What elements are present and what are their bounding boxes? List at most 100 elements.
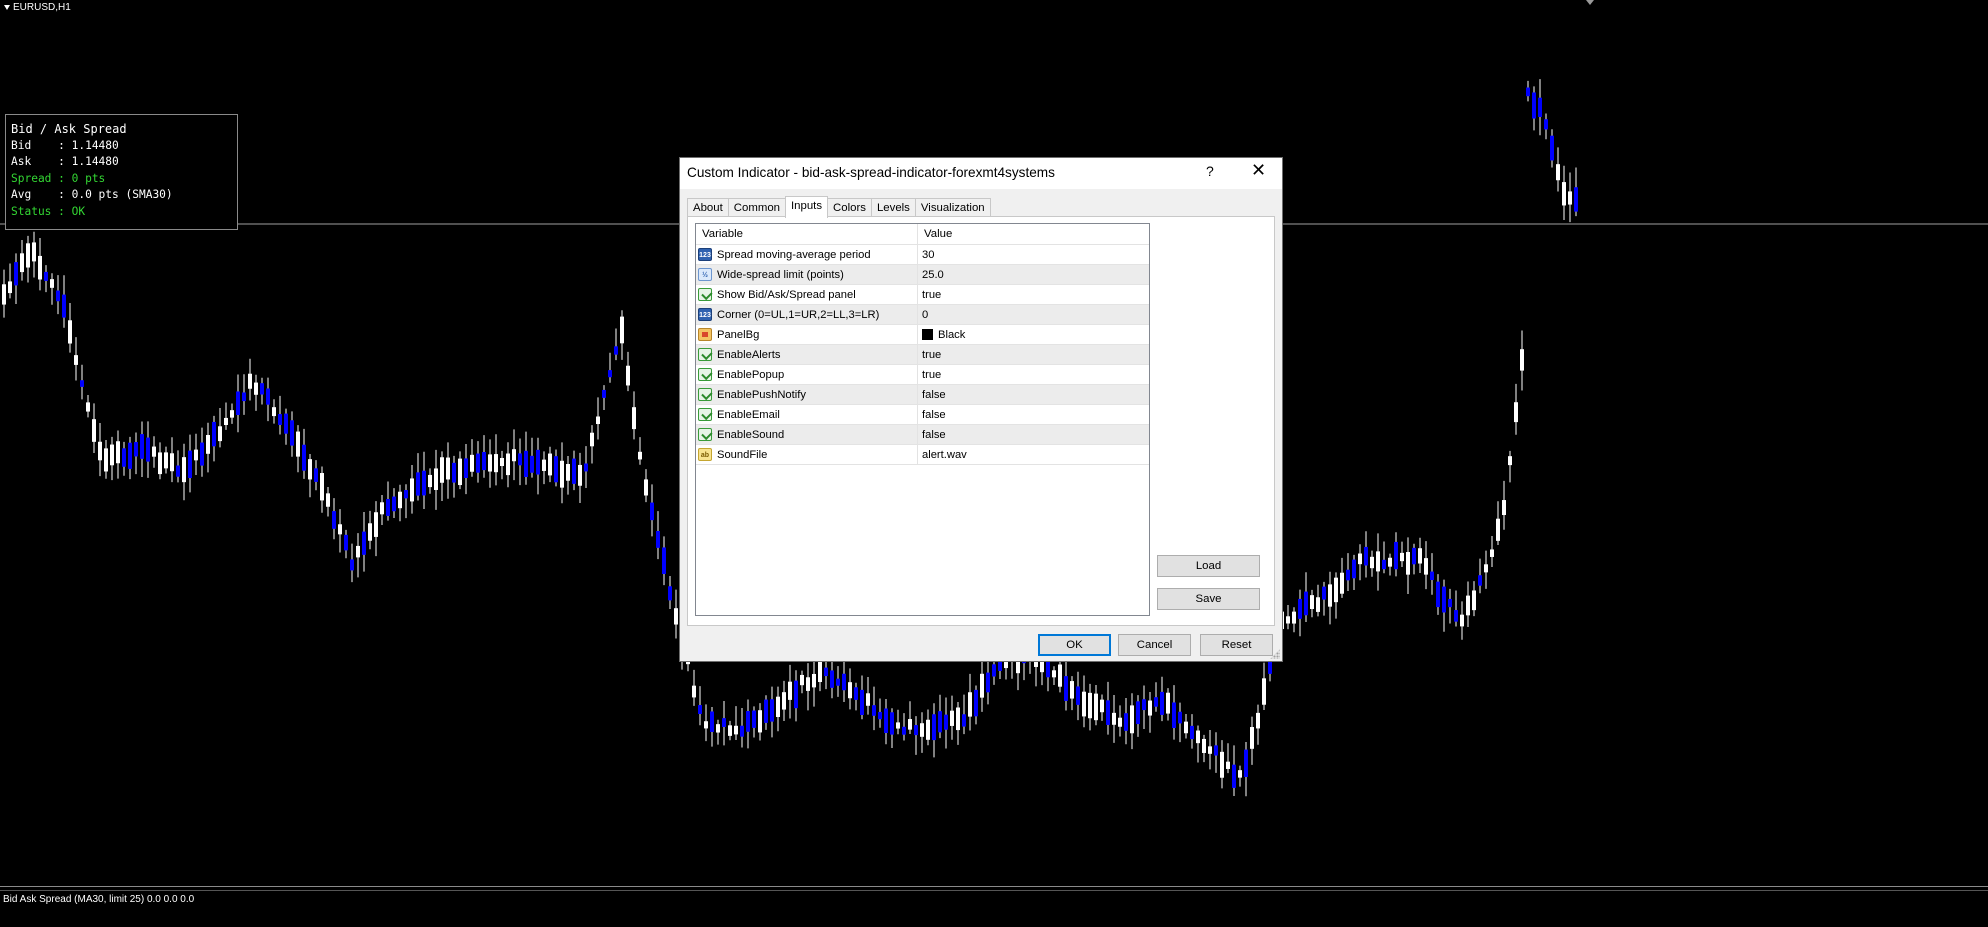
param-row[interactable]: EnableAlerts true: [696, 345, 1149, 365]
bear-candle: [392, 496, 396, 512]
tab-strip: About Common Inputs Colors Levels Visual…: [687, 196, 991, 218]
param-value-cell[interactable]: true: [918, 365, 1149, 384]
param-value-cell[interactable]: alert.wav: [918, 445, 1149, 464]
cancel-button[interactable]: Cancel: [1118, 634, 1191, 656]
bear-candle: [974, 689, 978, 717]
custom-indicator-dialog: Custom Indicator - bid-ask-spread-indica…: [679, 157, 1283, 662]
bear-candle: [1154, 697, 1158, 707]
param-value-cell[interactable]: 25.0: [918, 265, 1149, 284]
bear-candle: [44, 271, 48, 281]
bear-candle: [890, 712, 894, 735]
param-row[interactable]: 123 Corner (0=UL,1=UR,2=LL,3=LR) 0: [696, 305, 1149, 325]
bear-candle: [1106, 700, 1110, 725]
bull-candle: [596, 416, 600, 425]
bear-candle: [650, 502, 654, 521]
bull-candle: [776, 696, 780, 718]
bull-candle: [1418, 548, 1422, 564]
bull-candle: [494, 454, 498, 473]
bull-candle: [1220, 751, 1224, 778]
param-value-cell[interactable]: false: [918, 405, 1149, 424]
param-row[interactable]: 123 Spread moving-average period 30: [696, 245, 1149, 265]
param-value: false: [922, 428, 946, 441]
bull-candle: [110, 444, 114, 466]
chart-symbol-label[interactable]: EURUSD,H1: [4, 2, 71, 13]
bull-candle: [356, 545, 360, 558]
bull-candle: [38, 255, 42, 280]
tab-about[interactable]: About: [687, 198, 729, 217]
bull-candle: [728, 725, 732, 736]
inputs-grid[interactable]: Variable Value 123 Spread moving-average …: [695, 223, 1150, 616]
bear-candle: [1190, 725, 1194, 740]
param-value-cell[interactable]: true: [918, 285, 1149, 304]
bull-candle: [782, 692, 786, 710]
indicator-subwindow-label: Bid Ask Spread (MA30, limit 25) 0.0 0.0 …: [3, 894, 195, 905]
close-icon[interactable]: ✕: [1251, 161, 1266, 179]
bear-candle: [710, 711, 714, 732]
param-value-cell[interactable]: true: [918, 345, 1149, 364]
bull-candle: [1238, 770, 1242, 778]
reset-button[interactable]: Reset: [1200, 634, 1273, 656]
bull-candle: [440, 457, 444, 483]
tab-colors[interactable]: Colors: [827, 198, 872, 217]
bull-candle: [800, 674, 804, 686]
bull-candle: [92, 419, 96, 442]
bull-candle: [8, 281, 12, 294]
terminal-window: EURUSD,H1 Bid / Ask Spread Bid : 1.14480…: [0, 0, 1988, 927]
tab-levels[interactable]: Levels: [870, 198, 916, 217]
tab-inputs[interactable]: Inputs: [785, 196, 829, 218]
bear-candle: [416, 472, 420, 496]
bear-candle: [290, 420, 294, 446]
param-value: 0: [922, 308, 929, 321]
bull-candle: [692, 685, 696, 698]
bear-candle: [1178, 711, 1182, 724]
param-value-cell[interactable]: 30: [918, 245, 1149, 264]
bull-candle: [674, 608, 678, 625]
bull-candle: [308, 459, 312, 480]
bull-candle: [1082, 691, 1086, 717]
bear-candle: [176, 465, 180, 477]
bear-candle: [938, 711, 942, 733]
param-row[interactable]: ½ Wide-spread limit (points) 25.0: [696, 265, 1149, 285]
bear-candle: [404, 490, 408, 499]
param-name: SoundFile: [717, 448, 768, 461]
bear-candle: [188, 450, 192, 479]
param-row[interactable]: EnableSound false: [696, 425, 1149, 445]
bull-candle: [206, 435, 210, 454]
param-row[interactable]: EnableEmail false: [696, 405, 1149, 425]
bull-candle: [368, 523, 372, 541]
param-name-cell: ½ Wide-spread limit (points): [696, 265, 918, 284]
param-value-cell[interactable]: 0: [918, 305, 1149, 324]
bear-candle: [662, 547, 666, 574]
bull-candle: [164, 452, 168, 469]
bear-candle: [584, 463, 588, 472]
param-row[interactable]: Show Bid/Ask/Spread panel true: [696, 285, 1149, 305]
param-name: Wide-spread limit (points): [717, 268, 844, 281]
param-row[interactable]: ab SoundFile alert.wav: [696, 445, 1149, 465]
dialog-titlebar[interactable]: Custom Indicator - bid-ask-spread-indica…: [680, 158, 1282, 189]
tab-common[interactable]: Common: [727, 198, 786, 217]
bear-candle: [1322, 586, 1326, 600]
bull-candle: [488, 454, 492, 472]
param-value-cell[interactable]: Black: [918, 325, 1149, 344]
column-header-variable[interactable]: Variable: [696, 224, 918, 244]
bull-candle: [194, 449, 198, 461]
bull-candle: [1118, 717, 1122, 727]
param-value-cell[interactable]: false: [918, 385, 1149, 404]
bear-candle: [1160, 691, 1164, 715]
param-name: EnablePopup: [717, 368, 785, 381]
param-row[interactable]: EnablePopup true: [696, 365, 1149, 385]
tab-visualization[interactable]: Visualization: [914, 198, 991, 217]
column-header-value[interactable]: Value: [918, 224, 1149, 244]
param-value-cell[interactable]: false: [918, 425, 1149, 444]
param-row[interactable]: PanelBg Black: [696, 325, 1149, 345]
help-icon[interactable]: ?: [1206, 163, 1214, 179]
ok-button[interactable]: OK: [1038, 634, 1111, 656]
bear-candle: [482, 452, 486, 471]
param-value: true: [922, 288, 942, 301]
save-button[interactable]: Save: [1157, 588, 1260, 610]
load-button[interactable]: Load: [1157, 555, 1260, 577]
bull-candle: [866, 693, 870, 706]
bull-candle: [218, 426, 222, 442]
param-row[interactable]: EnablePushNotify false: [696, 385, 1149, 405]
bear-candle: [884, 708, 888, 733]
